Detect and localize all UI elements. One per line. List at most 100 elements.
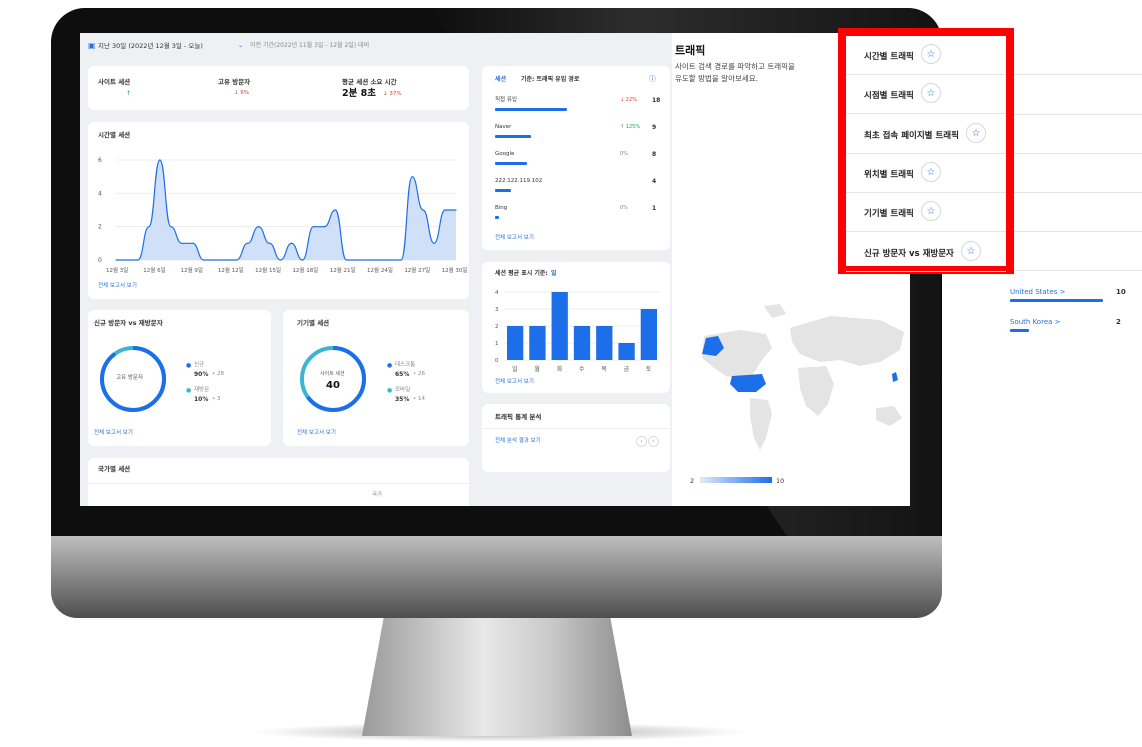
traffic-source-name[interactable]: Google	[495, 151, 514, 158]
y-tick-label: 2	[495, 324, 499, 330]
sessions-report-link[interactable]: 전체 보고서 보기	[98, 283, 137, 290]
data-point	[422, 209, 424, 211]
data-point	[268, 242, 271, 244]
traffic-menu-label: 기기별 트래픽	[864, 209, 914, 220]
divider	[1010, 114, 1142, 115]
calendar-icon[interactable]: ▣	[88, 42, 96, 50]
donut-center-label: 고유 방문자	[116, 375, 144, 381]
data-point	[433, 242, 435, 244]
legend-pct-desktop: 65%	[395, 371, 410, 378]
traffic-menu-item[interactable]: 위치별 트래픽 ☆	[846, 154, 1006, 193]
basis-dropdown[interactable]: 기준: 트래픽 유입 경로	[521, 77, 579, 83]
star-icon[interactable]: ☆	[921, 161, 941, 182]
sessions-over-time-title: 시간별 세션	[98, 131, 131, 139]
star-icon[interactable]: ☆	[921, 83, 941, 104]
country-bar	[1010, 299, 1103, 302]
divider	[1010, 74, 1142, 75]
traffic-source-name[interactable]: 직접 유입	[495, 97, 517, 104]
data-point	[323, 226, 325, 228]
traffic-menu-item[interactable]: 최초 접속 페이지별 트래픽 ☆	[846, 115, 1006, 154]
legend-count-new: • 28	[212, 371, 224, 377]
traffic-menu-item[interactable]: 기기별 트래픽 ☆	[846, 193, 1006, 233]
country-sessions-card: 국가별 세션 국가	[88, 458, 469, 506]
star-icon[interactable]: ☆	[966, 122, 986, 143]
info-icon[interactable]: ⓘ	[649, 76, 656, 83]
country-name[interactable]: United States >	[1010, 289, 1066, 296]
device-sessions-report-link[interactable]: 전체 보고서 보기	[297, 430, 336, 437]
traffic-menu-label: 시점별 트래픽	[864, 91, 914, 102]
traffic-source-value: 18	[652, 97, 661, 104]
data-point	[312, 226, 315, 228]
compare-range: 이전 기간(2022년 11월 3일 - 12월 2일) 대비	[250, 42, 370, 49]
country-value: 2	[1116, 318, 1121, 326]
data-point	[181, 242, 183, 244]
traffic-menu-item[interactable]: 시점별 트래픽 ☆	[846, 75, 1006, 115]
traffic-sources-report-link[interactable]: 전체 보고서 보기	[495, 235, 534, 242]
traffic-source-bar	[495, 135, 531, 138]
divider	[482, 428, 670, 429]
traffic-menu-item[interactable]: 시간별 트래픽 ☆	[846, 36, 1006, 75]
data-point	[192, 242, 194, 244]
chevron-left-icon[interactable]: ‹	[636, 436, 647, 447]
star-icon[interactable]: ☆	[961, 240, 981, 261]
traffic-insights-link[interactable]: 전체 분석 결과 보기	[495, 438, 541, 445]
avg-sessions-report-link[interactable]: 전체 보고서 보기	[495, 379, 534, 386]
bar-토[interactable]	[640, 309, 657, 360]
date-range-select[interactable]: 지난 30일 (2022년 12월 3일 - 오늘)	[98, 43, 203, 50]
data-point	[159, 159, 161, 161]
bar-목[interactable]	[596, 326, 613, 360]
legend-count-desktop: • 26	[413, 371, 425, 377]
new-vs-returning-title: 신규 방문자 vs 재방문자	[94, 319, 163, 327]
bar-금[interactable]	[618, 343, 635, 360]
data-point	[356, 259, 358, 261]
country-name[interactable]: South Korea >	[1010, 319, 1061, 326]
traffic-source-name[interactable]: Bing	[495, 205, 507, 212]
country-column-header: 국가	[372, 492, 383, 498]
bar-수[interactable]	[573, 326, 591, 360]
device-donut-label: 사이트 세션	[320, 371, 345, 377]
traffic-source-bar	[495, 189, 511, 192]
legend-label-new: 신규	[194, 362, 205, 368]
data-point	[236, 259, 238, 261]
divider	[1010, 270, 1142, 271]
y-tick-label: 1	[495, 341, 499, 347]
x-tick-label: 목	[601, 366, 607, 373]
x-tick-label: 12월 18일	[292, 266, 318, 274]
star-icon[interactable]: ☆	[921, 44, 941, 64]
legend-label-desktop: 데스크톱	[395, 362, 416, 368]
traffic-panel-title: 트래픽	[675, 44, 706, 57]
data-point	[367, 259, 369, 261]
traffic-source-delta: ↓ 22%	[620, 97, 637, 103]
legend-dot: ●	[186, 362, 192, 369]
traffic-source-delta: 0%	[620, 205, 628, 211]
country-sessions-title: 국가별 세션	[98, 465, 131, 473]
traffic-menu-item[interactable]: 신규 방문자 vs 재방문자 ☆	[846, 233, 1006, 272]
star-icon[interactable]: ☆	[921, 201, 941, 222]
x-tick-label: 수	[579, 366, 585, 373]
y-tick-label: 0	[495, 358, 499, 364]
divider	[88, 483, 469, 484]
traffic-menu-label: 위치별 트래픽	[864, 169, 914, 180]
data-point	[170, 226, 172, 228]
data-point	[400, 259, 402, 261]
metric-dropdown[interactable]: 세션	[495, 77, 506, 83]
avg-sessions-unit-dropdown[interactable]: 일	[551, 271, 557, 277]
data-point	[148, 226, 150, 228]
traffic-source-delta: ↑ 125%	[620, 124, 641, 130]
chevron-down-icon[interactable]: ⌄	[238, 43, 243, 49]
y-tick-label: 4	[495, 290, 499, 296]
data-point	[444, 209, 446, 211]
avg-duration-value: 2분 8초	[342, 88, 377, 99]
traffic-source-value: 8	[652, 151, 657, 158]
data-point	[214, 259, 216, 261]
traffic-source-name[interactable]: Naver	[495, 124, 511, 131]
chevron-right-icon[interactable]: ›	[648, 436, 659, 447]
traffic-source-name[interactable]: 222.122.119.102	[495, 178, 542, 185]
data-point	[203, 259, 205, 261]
new-vs-returning-report-link[interactable]: 전체 보고서 보기	[94, 430, 133, 437]
bar-월[interactable]	[529, 326, 546, 360]
device-sessions-card: 기기별 세션 사이트 세션 40 ● 데스크톱 65% • 26 ● 모바일 3…	[283, 310, 469, 446]
bar-일[interactable]	[507, 326, 524, 360]
x-tick-label: 월	[534, 365, 540, 373]
bar-화[interactable]	[551, 292, 568, 360]
